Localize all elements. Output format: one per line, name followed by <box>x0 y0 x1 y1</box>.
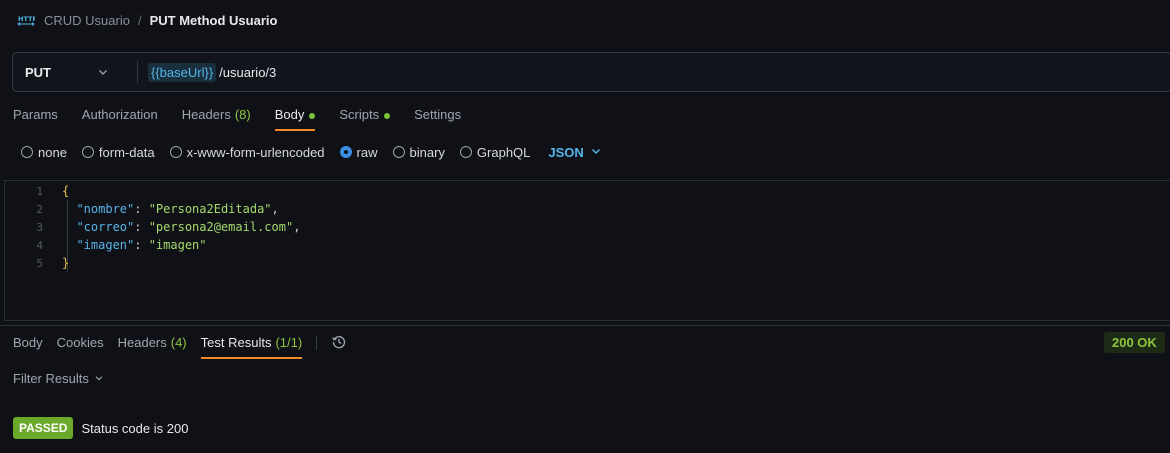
tab-separator <box>316 336 318 350</box>
radio-none[interactable]: none <box>21 145 67 160</box>
radio-graphql[interactable]: GraphQL <box>459 144 531 160</box>
tab-headers[interactable]: Headers (8) <box>182 103 251 131</box>
tab-label: Params <box>13 107 58 122</box>
code-line: 4 "imagen": "imagen" <box>5 236 206 254</box>
radio-binary[interactable]: binary <box>392 144 445 160</box>
code-line: 1 { <box>5 182 69 200</box>
code-line: 2 "nombre": "Persona2Editada", <box>5 200 278 218</box>
request-tabs: Params Authorization Headers (8) Body Sc… <box>13 103 461 131</box>
json-key: "imagen" <box>76 238 135 252</box>
json-value: "imagen" <box>148 238 207 252</box>
tab-label: Test Results <box>200 335 272 350</box>
code-line: 3 "correo": "persona2@email.com", <box>5 218 300 236</box>
test-results-count: (1/1) <box>275 335 303 350</box>
tab-body[interactable]: Body <box>274 103 316 131</box>
code-line: 5 } <box>5 254 69 272</box>
radio-circle <box>459 146 472 158</box>
http-icon: HTTP <box>16 12 36 28</box>
tab-label: Headers <box>117 335 167 350</box>
close-brace: } <box>62 256 70 270</box>
radio-circle <box>21 146 33 158</box>
tab-label: Body <box>13 335 43 350</box>
response-headers-count: (4) <box>170 335 187 350</box>
response-tab-test-results[interactable]: Test Results (1/1) <box>200 332 303 359</box>
filter-label: Filter Results <box>13 371 89 386</box>
request-title[interactable]: PUT Method Usuario <box>150 13 278 28</box>
radio-label: x-www-form-urlencoded <box>186 144 325 160</box>
radio-raw[interactable]: raw <box>339 144 378 160</box>
url-divider <box>137 61 138 83</box>
tab-label: Cookies <box>56 335 104 350</box>
response-divider[interactable] <box>0 325 1170 326</box>
headers-count: (8) <box>234 107 251 122</box>
language-select[interactable]: JSON <box>548 145 601 160</box>
radio-urlencoded[interactable]: x-www-form-urlencoded <box>169 144 325 160</box>
tab-params[interactable]: Params <box>13 103 58 131</box>
method-label: PUT <box>25 64 51 80</box>
history-icon[interactable] <box>331 334 347 353</box>
radio-circle <box>81 146 94 158</box>
line-number: 3 <box>36 220 43 234</box>
url-path: /usuario/3 <box>219 64 277 80</box>
status-badge[interactable]: 200 OK <box>1104 332 1165 353</box>
radio-label: GraphQL <box>476 144 531 160</box>
radio-circle <box>392 146 405 158</box>
tab-label: Settings <box>414 107 462 122</box>
modified-dot <box>384 113 391 119</box>
language-label: JSON <box>548 144 584 160</box>
svg-text:HTTP: HTTP <box>18 15 35 23</box>
tab-label: Scripts <box>339 107 380 122</box>
test-name: Status code is 200 <box>81 420 189 436</box>
radio-form-data[interactable]: form-data <box>81 144 155 160</box>
url-variable[interactable]: {{baseUrl}} <box>148 62 217 82</box>
request-window: HTTP CRUD Usuario / PUT Method Usuario P… <box>0 0 1170 453</box>
chevron-down-icon <box>97 66 109 81</box>
radio-circle <box>169 146 182 158</box>
tab-settings[interactable]: Settings <box>414 103 461 131</box>
tab-authorization[interactable]: Authorization <box>82 103 158 131</box>
tab-label: Headers <box>181 107 231 122</box>
line-number: 4 <box>36 238 43 252</box>
chevron-down-icon <box>94 371 104 386</box>
response-tab-headers[interactable]: Headers (4) <box>118 332 187 359</box>
body-type-options: none form-data x-www-form-urlencoded raw… <box>21 143 602 161</box>
modified-dot <box>309 113 316 119</box>
open-brace: { <box>62 184 70 198</box>
tab-scripts[interactable]: Scripts <box>339 103 391 131</box>
json-key: "nombre" <box>76 202 135 216</box>
line-number: 5 <box>36 256 43 270</box>
breadcrumb: HTTP CRUD Usuario / PUT Method Usuario <box>16 10 277 30</box>
response-tab-cookies[interactable]: Cookies <box>57 332 104 359</box>
breadcrumb-separator: / <box>137 12 142 28</box>
tab-label: Body <box>274 107 305 122</box>
radio-label: form-data <box>98 144 155 160</box>
tab-label: Authorization <box>81 107 158 122</box>
chevron-down-icon <box>590 145 602 160</box>
test-result-row: PASSED Status code is 200 <box>13 417 188 439</box>
url-bar: PUT {{baseUrl}} /usuario/3 <box>12 52 1170 92</box>
radio-circle-checked <box>339 146 352 158</box>
filter-results-dropdown[interactable]: Filter Results <box>13 371 104 386</box>
url-input[interactable]: {{baseUrl}} /usuario/3 <box>148 62 277 82</box>
json-key: "correo" <box>76 220 135 234</box>
line-number: 1 <box>36 184 43 198</box>
breadcrumb-collection[interactable]: CRUD Usuario <box>44 13 130 28</box>
json-value: "Persona2Editada" <box>148 202 272 216</box>
line-number: 2 <box>36 202 43 216</box>
code-editor[interactable]: 1 { 2 "nombre": "Persona2Editada", 3 "co… <box>4 180 1170 321</box>
json-value: "persona2@email.com" <box>148 220 294 234</box>
passed-badge: PASSED <box>13 417 74 439</box>
radio-label: none <box>38 144 67 160</box>
method-select[interactable]: PUT <box>13 53 125 91</box>
radio-label: raw <box>356 144 378 160</box>
response-tabs: Body Cookies Headers (4) Test Results (1… <box>13 332 347 359</box>
response-tab-body[interactable]: Body <box>13 332 43 359</box>
radio-label: binary <box>409 144 445 160</box>
